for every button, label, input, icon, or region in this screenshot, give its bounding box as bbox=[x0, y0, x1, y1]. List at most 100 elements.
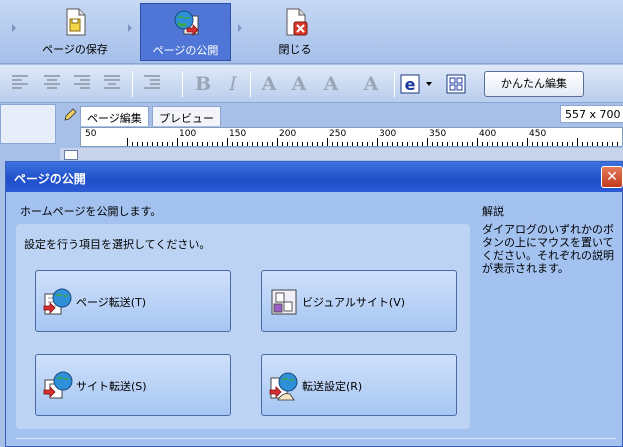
ruler-tick bbox=[352, 142, 353, 146]
ruler-label: 200 bbox=[279, 129, 297, 139]
ruler-tick bbox=[542, 142, 543, 146]
ruler-tick bbox=[557, 142, 558, 146]
ruler-tick bbox=[537, 142, 538, 146]
visual-site-label: ビジュアルサイト(V) bbox=[302, 296, 406, 309]
transfer-settings-label: 転送設定(R) bbox=[302, 380, 363, 393]
ruler-tick bbox=[372, 142, 373, 146]
ruler-tick bbox=[572, 142, 573, 146]
align-center-icon[interactable] bbox=[44, 75, 60, 91]
save-page-button[interactable]: ページの保存 bbox=[30, 3, 120, 61]
chevron-down-icon[interactable] bbox=[426, 82, 432, 86]
highlight-icon[interactable]: A bbox=[360, 73, 382, 95]
ruler-label: 50 bbox=[85, 129, 97, 139]
visual-site-button[interactable]: ビジュアルサイト(V) bbox=[261, 270, 457, 332]
ruler-tick bbox=[467, 142, 468, 146]
increase-font-icon[interactable]: A bbox=[258, 73, 280, 95]
ruler-tick bbox=[582, 142, 583, 146]
ruler-corner bbox=[64, 150, 78, 160]
ruler-tick bbox=[257, 142, 258, 146]
transfer-settings-button[interactable]: 転送設定(R) bbox=[261, 354, 457, 416]
internet-explorer-icon[interactable]: e bbox=[400, 74, 420, 94]
ruler-tick bbox=[522, 142, 523, 146]
ruler-tick bbox=[212, 142, 213, 146]
toolbar-separator bbox=[394, 71, 395, 97]
align-vertical-icon[interactable] bbox=[104, 75, 120, 91]
visual-site-icon bbox=[271, 289, 297, 315]
ruler-tick bbox=[502, 142, 503, 146]
ruler-tick bbox=[237, 142, 238, 146]
ruler-tick bbox=[462, 142, 463, 146]
ruler-tick bbox=[472, 142, 473, 146]
close-button[interactable]: 閉じる bbox=[250, 3, 340, 61]
ruler-tick bbox=[577, 138, 578, 146]
ruler-tick bbox=[157, 142, 158, 146]
align-right-icon[interactable] bbox=[74, 75, 90, 91]
ruler-tick bbox=[407, 142, 408, 146]
ruler-tick bbox=[272, 142, 273, 146]
ruler-tick bbox=[512, 142, 513, 146]
ruler-tick bbox=[477, 138, 478, 146]
easy-edit-button[interactable]: かんたん編集 bbox=[484, 71, 584, 97]
ruler-tick bbox=[142, 142, 143, 146]
site-transfer-icon bbox=[43, 371, 73, 399]
ruler-tick bbox=[357, 142, 358, 146]
help-text: ダイアログのいずれかのボタンの上にマウスを置いてください。それぞれの説明が表示さ… bbox=[482, 223, 614, 275]
help-heading: 解説 bbox=[482, 205, 504, 218]
main-toolbar: ページの保存 ページの公開 閉じる bbox=[0, 0, 623, 64]
toolbar-separator bbox=[250, 71, 251, 97]
ruler-tick bbox=[307, 142, 308, 146]
layout-icon[interactable] bbox=[446, 74, 466, 94]
ruler-tick bbox=[552, 142, 553, 146]
toolbar-separator-arrow bbox=[12, 24, 16, 32]
publish-dialog: ページの公開 ✕ ホームページを公開します。 設定を行う項目を選択してください。… bbox=[5, 161, 623, 447]
ruler-tick bbox=[527, 138, 528, 146]
ruler-tick bbox=[302, 142, 303, 146]
ruler-tick bbox=[567, 142, 568, 146]
decrease-font-icon[interactable]: A bbox=[288, 73, 310, 95]
ruler-tick bbox=[437, 142, 438, 146]
tab-page-edit[interactable]: ページ編集 bbox=[80, 106, 149, 126]
ruler-tick bbox=[547, 142, 548, 146]
ruler-tick bbox=[277, 138, 278, 146]
font-color-icon[interactable]: A bbox=[320, 73, 342, 95]
ruler-tick bbox=[202, 142, 203, 146]
tab-preview[interactable]: プレビュー bbox=[152, 106, 221, 126]
save-page-label: ページの保存 bbox=[42, 43, 108, 56]
ruler-tick bbox=[242, 142, 243, 146]
publish-globe-icon bbox=[174, 10, 199, 36]
ruler-tick bbox=[387, 142, 388, 146]
toolbar-separator-arrow bbox=[238, 24, 242, 32]
ruler-tick bbox=[592, 142, 593, 146]
ruler-tick bbox=[187, 142, 188, 146]
site-transfer-label: サイト転送(S) bbox=[76, 380, 147, 393]
ruler-tick bbox=[452, 142, 453, 146]
ruler-tick bbox=[507, 142, 508, 146]
align-left-icon[interactable] bbox=[12, 75, 28, 91]
toolbar-separator-arrow bbox=[128, 24, 132, 32]
ruler-tick bbox=[322, 142, 323, 146]
italic-icon[interactable]: I bbox=[222, 73, 244, 95]
ruler-tick bbox=[217, 142, 218, 146]
ruler-tick bbox=[587, 142, 588, 146]
page-size-display: 557 x 700 bbox=[560, 105, 623, 123]
ruler-tick bbox=[612, 142, 613, 146]
dialog-title: ページの公開 bbox=[6, 162, 622, 192]
site-transfer-button[interactable]: サイト転送(S) bbox=[35, 354, 231, 416]
ruler-tick bbox=[292, 142, 293, 146]
indent-icon[interactable] bbox=[144, 75, 160, 91]
publish-page-button[interactable]: ページの公開 bbox=[140, 3, 231, 61]
bold-icon[interactable]: B bbox=[192, 73, 214, 95]
ruler-tick bbox=[602, 142, 603, 146]
ruler-tick bbox=[287, 142, 288, 146]
publish-page-label: ページの公開 bbox=[152, 44, 219, 57]
ruler-tick bbox=[617, 142, 618, 146]
ruler-tick bbox=[392, 142, 393, 146]
ruler-label: 400 bbox=[479, 129, 497, 139]
ruler-tick bbox=[442, 142, 443, 146]
ruler-tick bbox=[167, 142, 168, 146]
page-transfer-label: ページ転送(T) bbox=[76, 296, 147, 309]
close-icon[interactable]: ✕ bbox=[601, 166, 623, 188]
ruler-tick bbox=[412, 142, 413, 146]
page-transfer-button[interactable]: ページ転送(T) bbox=[35, 270, 231, 332]
dialog-intro: ホームページを公開します。 bbox=[20, 205, 162, 218]
